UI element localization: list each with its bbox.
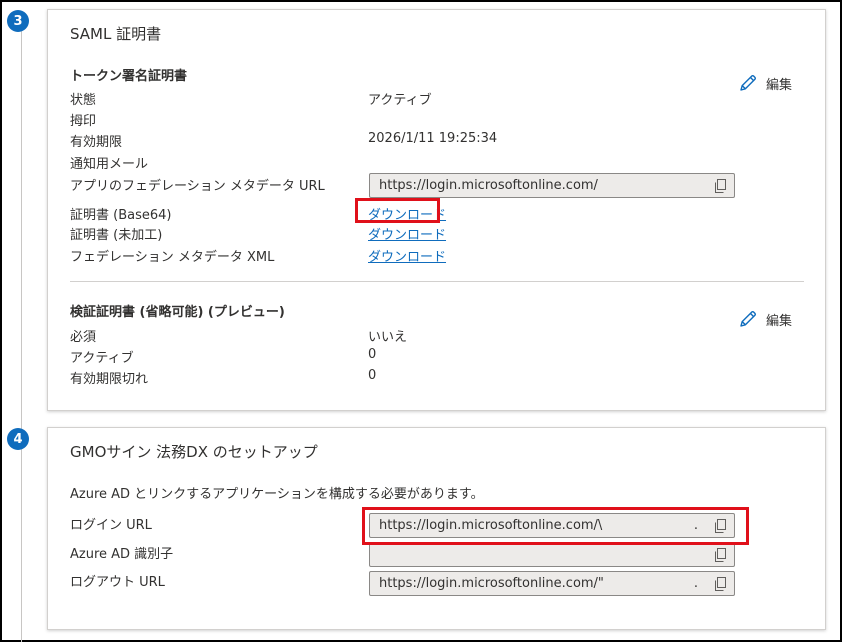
login-url-value: https://login.microsoftonline.com/\ bbox=[379, 518, 603, 533]
metadata-url-label: アプリのフェデレーション メタデータ URL bbox=[70, 179, 325, 194]
status-value: アクティブ bbox=[368, 93, 432, 108]
expired-label: 有効期限切れ bbox=[70, 372, 149, 387]
verification-edit-button[interactable]: 編集 bbox=[738, 309, 792, 329]
edit-label: 編集 bbox=[766, 77, 793, 93]
federation-xml-download-link[interactable]: ダウンロード bbox=[368, 246, 446, 265]
logout-url-value: https://login.microsoftonline.com/" bbox=[379, 576, 604, 591]
cert-raw-download-link[interactable]: ダウンロード bbox=[368, 224, 446, 243]
section-divider bbox=[70, 281, 804, 282]
saml-certificate-card: SAML 証明書 トークン署名証明書 編集 状態 アクティブ 拇印 有効期限 2… bbox=[47, 9, 826, 411]
app-setup-card: GMOサイン 法務DX のセットアップ Azure AD とリンクするアプリケー… bbox=[47, 427, 826, 630]
token-signing-edit-button[interactable]: 編集 bbox=[738, 73, 792, 93]
required-label: 必須 bbox=[70, 330, 97, 345]
pencil-icon bbox=[740, 75, 756, 91]
identifier-field[interactable] bbox=[369, 542, 735, 567]
cert-raw-label: 証明書 (未加工) bbox=[70, 228, 163, 243]
expiration-label: 有効期限 bbox=[70, 135, 123, 150]
federation-xml-label: フェデレーション メタデータ XML bbox=[70, 250, 275, 265]
required-value: いいえ bbox=[368, 330, 408, 345]
expiration-value: 2026/1/11 19:25:34 bbox=[368, 131, 498, 146]
copy-icon[interactable] bbox=[713, 548, 727, 562]
pencil-icon bbox=[740, 311, 756, 327]
logout-url-label: ログアウト URL bbox=[70, 575, 165, 590]
step-4-badge: 4 bbox=[7, 428, 29, 450]
status-label: 状態 bbox=[70, 93, 97, 108]
card-title: SAML 証明書 bbox=[70, 25, 162, 43]
logout-url-suffix: . bbox=[693, 576, 698, 591]
login-url-label: ログイン URL bbox=[70, 518, 152, 533]
cert-base64-download-link[interactable]: ダウンロード bbox=[368, 204, 446, 223]
notification-email-label: 通知用メール bbox=[70, 157, 149, 172]
copy-icon[interactable] bbox=[713, 577, 727, 591]
cert-base64-label: 証明書 (Base64) bbox=[70, 208, 172, 223]
metadata-url-value: https://login.microsoftonline.com/ bbox=[379, 178, 598, 193]
edit-label: 編集 bbox=[766, 313, 793, 329]
active-value: 0 bbox=[368, 347, 377, 362]
metadata-url-field[interactable]: https://login.microsoftonline.com/ bbox=[369, 173, 735, 198]
login-url-field[interactable]: https://login.microsoftonline.com/\ . bbox=[369, 513, 735, 538]
verification-heading: 検証証明書 (省略可能) (プレビュー) bbox=[70, 305, 285, 320]
card-title: GMOサイン 法務DX のセットアップ bbox=[70, 443, 318, 461]
logout-url-field[interactable]: https://login.microsoftonline.com/" . bbox=[369, 571, 735, 596]
identifier-label: Azure AD 識別子 bbox=[70, 547, 174, 562]
token-signing-heading: トークン署名証明書 bbox=[70, 69, 188, 84]
steps-connector-line bbox=[21, 30, 22, 642]
active-label: アクティブ bbox=[70, 351, 134, 366]
copy-icon[interactable] bbox=[713, 519, 727, 533]
login-url-suffix: . bbox=[693, 518, 698, 533]
copy-icon[interactable] bbox=[713, 179, 727, 193]
expired-value: 0 bbox=[368, 368, 377, 383]
setup-description: Azure AD とリンクするアプリケーションを構成する必要があります。 bbox=[70, 487, 484, 502]
step-3-badge: 3 bbox=[7, 10, 29, 32]
thumbprint-label: 拇印 bbox=[70, 114, 97, 129]
